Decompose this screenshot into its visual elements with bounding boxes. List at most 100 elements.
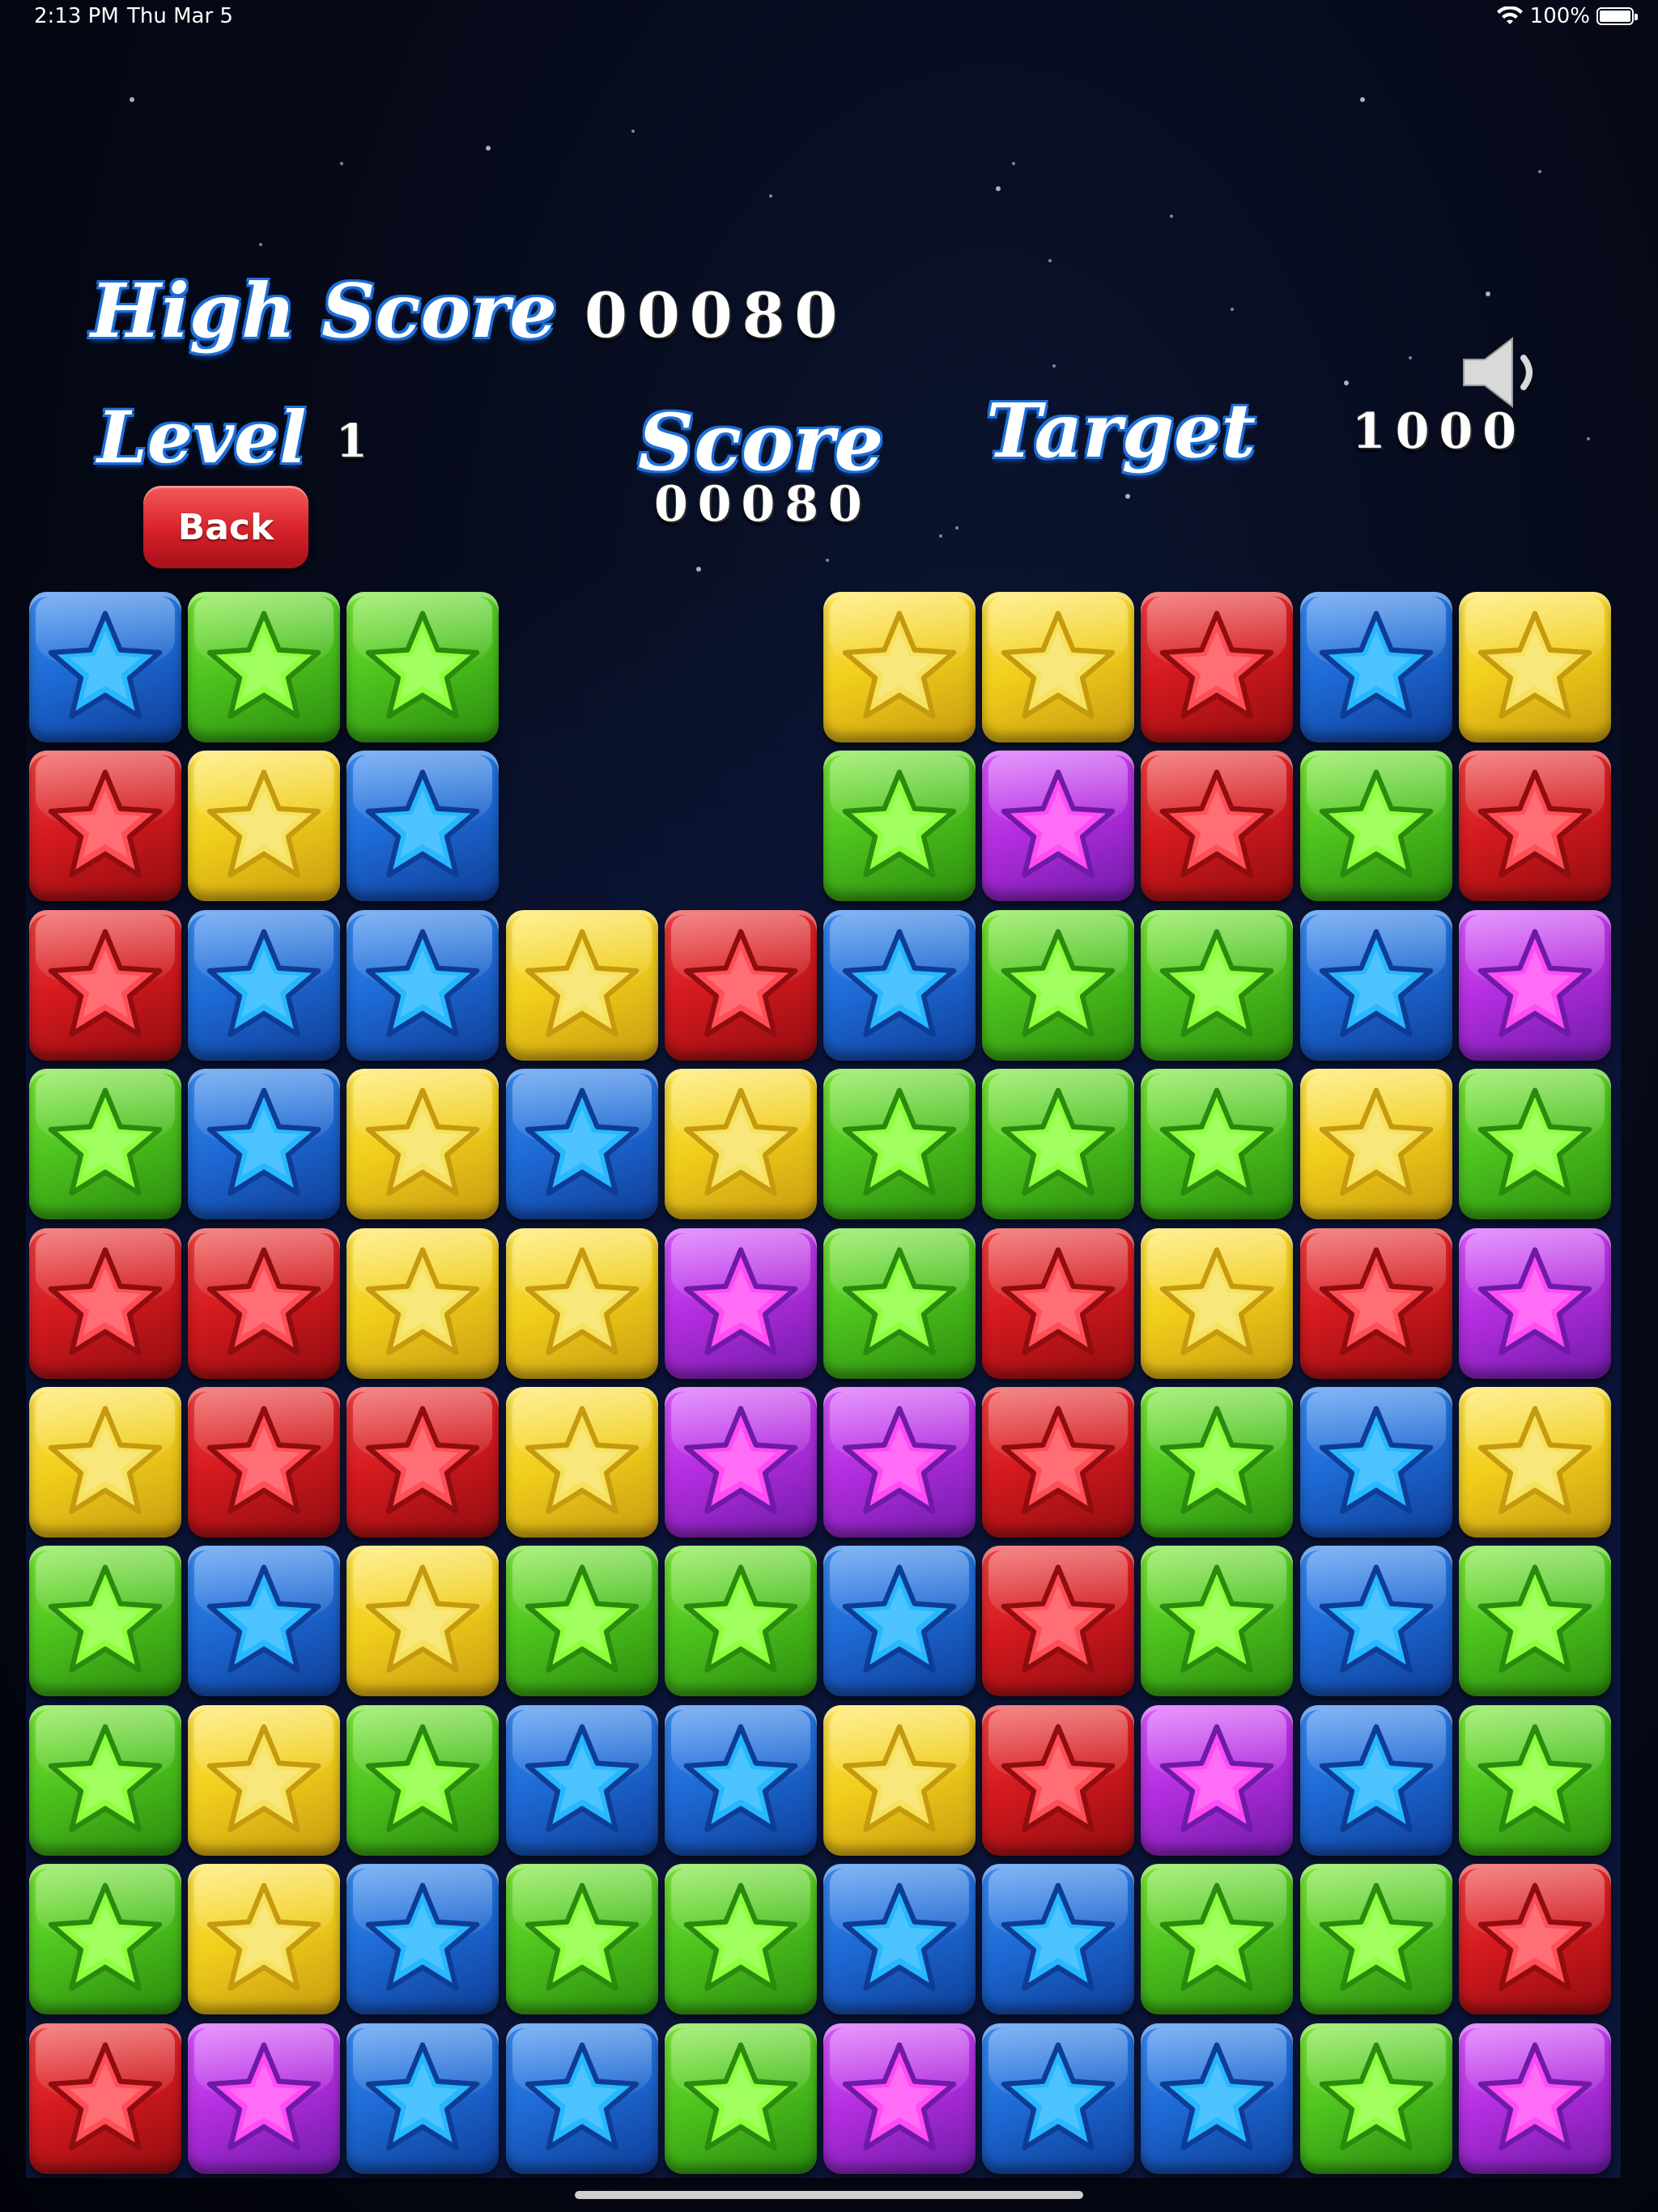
star-tile-blue[interactable]	[188, 1069, 340, 1219]
star-tile-red[interactable]	[29, 751, 181, 901]
star-tile-purple[interactable]	[188, 2023, 340, 2174]
star-tile-red[interactable]	[29, 910, 181, 1061]
star-tile-red[interactable]	[665, 910, 817, 1061]
star-tile-blue[interactable]	[346, 910, 499, 1061]
star-tile-green[interactable]	[1141, 1069, 1293, 1219]
star-tile-yellow[interactable]	[188, 1864, 340, 2014]
star-tile-blue[interactable]	[1300, 592, 1452, 742]
star-tile-blue[interactable]	[823, 1546, 976, 1696]
star-tile-green[interactable]	[188, 592, 340, 742]
star-tile-yellow[interactable]	[823, 592, 976, 742]
star-tile-red[interactable]	[29, 2023, 181, 2174]
star-tile-blue[interactable]	[1300, 1705, 1452, 1856]
star-tile-green[interactable]	[1300, 751, 1452, 901]
star-tile-blue[interactable]	[346, 2023, 499, 2174]
star-tile-purple[interactable]	[1141, 1705, 1293, 1856]
star-tile-green[interactable]	[665, 2023, 817, 2174]
star-tile-blue[interactable]	[1300, 910, 1452, 1061]
star-tile-green[interactable]	[29, 1705, 181, 1856]
star-tile-yellow[interactable]	[665, 1069, 817, 1219]
star-tile-blue[interactable]	[982, 1864, 1134, 2014]
star-tile-red[interactable]	[982, 1387, 1134, 1538]
star-tile-yellow[interactable]	[188, 1705, 340, 1856]
star-tile-purple[interactable]	[1459, 2023, 1611, 2174]
star-tile-blue[interactable]	[1300, 1387, 1452, 1538]
star-tile-yellow[interactable]	[188, 751, 340, 901]
star-tile-yellow[interactable]	[346, 1228, 499, 1379]
star-tile-green[interactable]	[1141, 910, 1293, 1061]
star-tile-green[interactable]	[1141, 1546, 1293, 1696]
star-tile-blue[interactable]	[346, 751, 499, 901]
star-tile-blue[interactable]	[188, 1546, 340, 1696]
star-tile-yellow[interactable]	[823, 1705, 976, 1856]
star-tile-yellow[interactable]	[506, 1228, 658, 1379]
star-tile-red[interactable]	[1300, 1228, 1452, 1379]
star-tile-green[interactable]	[506, 1864, 658, 2014]
star-tile-blue[interactable]	[665, 1705, 817, 1856]
star-tile-red[interactable]	[188, 1387, 340, 1538]
star-tile-green[interactable]	[346, 1705, 499, 1856]
star-tile-yellow[interactable]	[1459, 592, 1611, 742]
star-tile-purple[interactable]	[823, 1387, 976, 1538]
star-tile-red[interactable]	[1141, 592, 1293, 742]
star-tile-red[interactable]	[346, 1387, 499, 1538]
star-tile-green[interactable]	[823, 1069, 976, 1219]
star-tile-purple[interactable]	[665, 1387, 817, 1538]
star-tile-green[interactable]	[29, 1069, 181, 1219]
star-tile-red[interactable]	[982, 1705, 1134, 1856]
star-tile-green[interactable]	[1459, 1546, 1611, 1696]
star-tile-blue[interactable]	[1300, 1546, 1452, 1696]
star-tile-green[interactable]	[1141, 1864, 1293, 2014]
star-tile-green[interactable]	[665, 1864, 817, 2014]
star-tile-green[interactable]	[1459, 1069, 1611, 1219]
speaker-icon[interactable]	[1457, 334, 1554, 411]
star-tile-purple[interactable]	[665, 1228, 817, 1379]
star-tile-blue[interactable]	[1141, 2023, 1293, 2174]
star-tile-blue[interactable]	[506, 2023, 658, 2174]
star-tile-yellow[interactable]	[982, 592, 1134, 742]
star-tile-blue[interactable]	[506, 1069, 658, 1219]
star-tile-yellow[interactable]	[1459, 1387, 1611, 1538]
star-tile-red[interactable]	[982, 1228, 1134, 1379]
star-tile-green[interactable]	[1300, 2023, 1452, 2174]
star-tile-blue[interactable]	[823, 1864, 976, 2014]
star-tile-yellow[interactable]	[1300, 1069, 1452, 1219]
star-tile-blue[interactable]	[29, 592, 181, 742]
star-tile-yellow[interactable]	[1141, 1228, 1293, 1379]
high-score-value: 00080	[585, 279, 848, 351]
star-tile-green[interactable]	[346, 592, 499, 742]
star-tile-green[interactable]	[1141, 1387, 1293, 1538]
star-tile-red[interactable]	[1459, 751, 1611, 901]
star-tile-green[interactable]	[506, 1546, 658, 1696]
star-tile-blue[interactable]	[188, 910, 340, 1061]
back-button[interactable]: Back	[143, 486, 308, 568]
star-tile-green[interactable]	[29, 1864, 181, 2014]
star-tile-red[interactable]	[1141, 751, 1293, 901]
star-tile-yellow[interactable]	[506, 1387, 658, 1538]
star-tile-yellow[interactable]	[346, 1069, 499, 1219]
star-tile-green[interactable]	[1300, 1864, 1452, 2014]
star-tile-red[interactable]	[29, 1228, 181, 1379]
star-tile-red[interactable]	[1459, 1864, 1611, 2014]
star-tile-green[interactable]	[823, 751, 976, 901]
star-tile-yellow[interactable]	[29, 1387, 181, 1538]
star-tile-green[interactable]	[1459, 1705, 1611, 1856]
star-tile-blue[interactable]	[823, 910, 976, 1061]
star-tile-blue[interactable]	[982, 2023, 1134, 2174]
star-tile-purple[interactable]	[982, 751, 1134, 901]
star-tile-yellow[interactable]	[346, 1546, 499, 1696]
star-tile-purple[interactable]	[1459, 910, 1611, 1061]
star-tile-green[interactable]	[823, 1228, 976, 1379]
star-tile-blue[interactable]	[506, 1705, 658, 1856]
star-tile-purple[interactable]	[1459, 1228, 1611, 1379]
star-tile-green[interactable]	[29, 1546, 181, 1696]
star-tile-blue[interactable]	[346, 1864, 499, 2014]
star-tile-red[interactable]	[188, 1228, 340, 1379]
star-tile-yellow[interactable]	[506, 910, 658, 1061]
star-tile-red[interactable]	[982, 1546, 1134, 1696]
star-icon	[48, 929, 163, 1037]
star-tile-purple[interactable]	[823, 2023, 976, 2174]
star-tile-green[interactable]	[665, 1546, 817, 1696]
star-tile-green[interactable]	[982, 910, 1134, 1061]
star-tile-green[interactable]	[982, 1069, 1134, 1219]
